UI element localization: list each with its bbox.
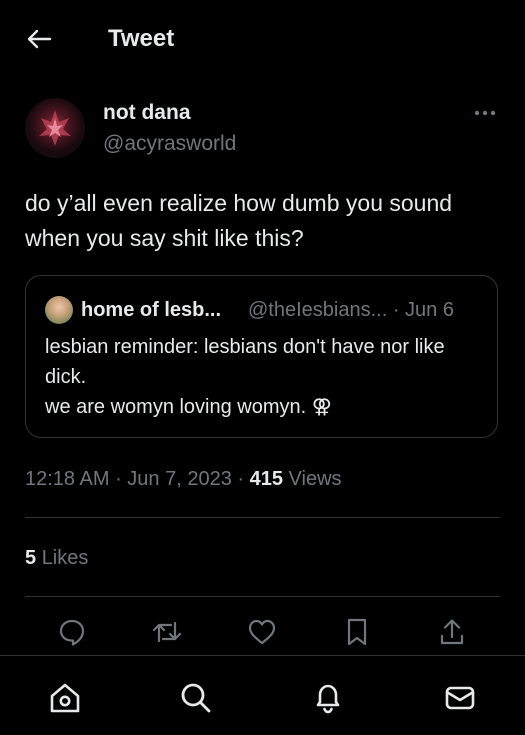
tweet-date[interactable]: Jun 7, 2023 [127, 468, 232, 490]
quoted-author-name: home of lesb... [81, 299, 222, 321]
like-icon [248, 619, 276, 645]
quoted-author-handle-date: @theIesbians... · Jun 6 [248, 299, 454, 321]
tweet-time[interactable]: 12:18 AM [25, 468, 110, 490]
page-title: Tweet [108, 25, 175, 52]
nav-search[interactable] [176, 678, 216, 718]
retweet-icon [152, 621, 182, 643]
back-button[interactable] [22, 24, 56, 54]
likes-stat[interactable]: 5 Likes [25, 545, 88, 571]
tweet-meta: 12:18 AM · Jun 7, 2023 · 415 Views [25, 466, 342, 492]
quoted-author-avatar [45, 296, 73, 324]
bottom-navigation [0, 655, 525, 735]
divider [25, 596, 500, 597]
retweet-button[interactable] [150, 616, 184, 648]
home-icon [50, 683, 80, 713]
search-icon [181, 683, 211, 713]
views-count: 415 [249, 468, 283, 490]
messages-icon [445, 686, 475, 710]
bookmark-icon [347, 618, 367, 646]
likes-count: 5 [25, 547, 37, 569]
meta-separator: · [115, 468, 128, 490]
more-options-button[interactable] [470, 100, 500, 126]
like-button[interactable] [245, 616, 279, 648]
meta-separator: · [237, 468, 250, 490]
views-label: Views [288, 468, 342, 490]
notifications-icon [316, 684, 340, 714]
divider [25, 517, 500, 518]
tweet-text: do y’all even realize how dumb you sound… [25, 190, 453, 251]
share-icon [440, 619, 464, 645]
more-horizontal-icon [474, 110, 496, 116]
nav-home[interactable] [45, 678, 85, 718]
bookmark-button[interactable] [340, 616, 374, 648]
top-bar: Tweet [0, 0, 525, 78]
author-avatar[interactable] [25, 98, 85, 158]
author-handle[interactable]: @acyrasworld [103, 131, 236, 157]
quoted-tweet-text: lesbian reminder: lesbians don't have no… [45, 336, 445, 418]
avatar-image [39, 110, 71, 146]
reply-button[interactable] [55, 616, 89, 648]
reply-icon [59, 619, 85, 646]
share-button[interactable] [435, 616, 469, 648]
quoted-tweet-card[interactable]: home of lesb... @theIesbians... · Jun 6 … [25, 275, 498, 438]
nav-notifications[interactable] [308, 678, 348, 718]
author-name[interactable]: not dana [103, 100, 191, 126]
nav-messages[interactable] [440, 678, 480, 718]
likes-label: Likes [41, 547, 89, 569]
arrow-left-icon [27, 29, 52, 49]
